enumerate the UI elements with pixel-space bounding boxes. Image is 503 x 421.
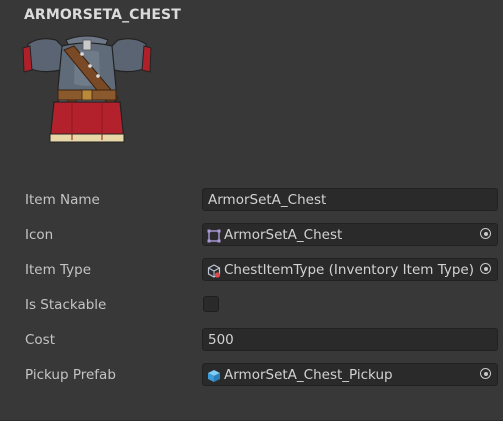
item-type-value: ChestItemType (Inventory Item Type): [224, 262, 474, 278]
object-picker-button[interactable]: [475, 224, 497, 245]
sprite-icon: [207, 228, 221, 243]
asset-title: ARMORSETA_CHEST: [24, 7, 181, 23]
item-name-field[interactable]: ArmorSetA_Chest: [202, 188, 498, 211]
cost-row: Cost 500: [0, 328, 503, 352]
item-name-value: ArmorSetA_Chest: [208, 192, 327, 208]
is-stackable-row: Is Stackable: [0, 293, 503, 317]
is-stackable-label: Is Stackable: [25, 297, 107, 313]
item-name-row: Item Name ArmorSetA_Chest: [0, 188, 503, 212]
icon-value: ArmorSetA_Chest: [224, 227, 343, 243]
item-name-label: Item Name: [25, 192, 100, 208]
icon-object-field[interactable]: ArmorSetA_Chest: [202, 223, 498, 246]
pickup-prefab-value: ArmorSetA_Chest_Pickup: [224, 367, 393, 383]
icon-row: Icon ArmorSetA_Chest: [0, 223, 503, 247]
item-type-row: Item Type ChestItemType (Inventory Item …: [0, 258, 503, 282]
cost-field[interactable]: 500: [202, 328, 498, 351]
object-picker-button[interactable]: [475, 259, 497, 280]
cost-value: 500: [208, 332, 234, 348]
item-type-label: Item Type: [25, 262, 92, 278]
cost-label: Cost: [25, 332, 56, 348]
object-picker-button[interactable]: [475, 364, 497, 385]
chest-armor-icon: [20, 28, 154, 150]
pickup-prefab-row: Pickup Prefab ArmorSetA_Chest_Pickup: [0, 363, 503, 387]
inspector-panel: ARMORSETA_CHEST Item Name ArmorSetA_Ches…: [0, 0, 503, 421]
item-type-object-field[interactable]: ChestItemType (Inventory Item Type): [202, 258, 498, 281]
prefab-icon: [207, 368, 221, 382]
scriptable-object-icon: [207, 263, 221, 278]
pickup-prefab-label: Pickup Prefab: [25, 367, 116, 383]
icon-label: Icon: [25, 227, 54, 243]
is-stackable-checkbox[interactable]: [203, 296, 219, 312]
pickup-prefab-object-field[interactable]: ArmorSetA_Chest_Pickup: [202, 363, 498, 386]
